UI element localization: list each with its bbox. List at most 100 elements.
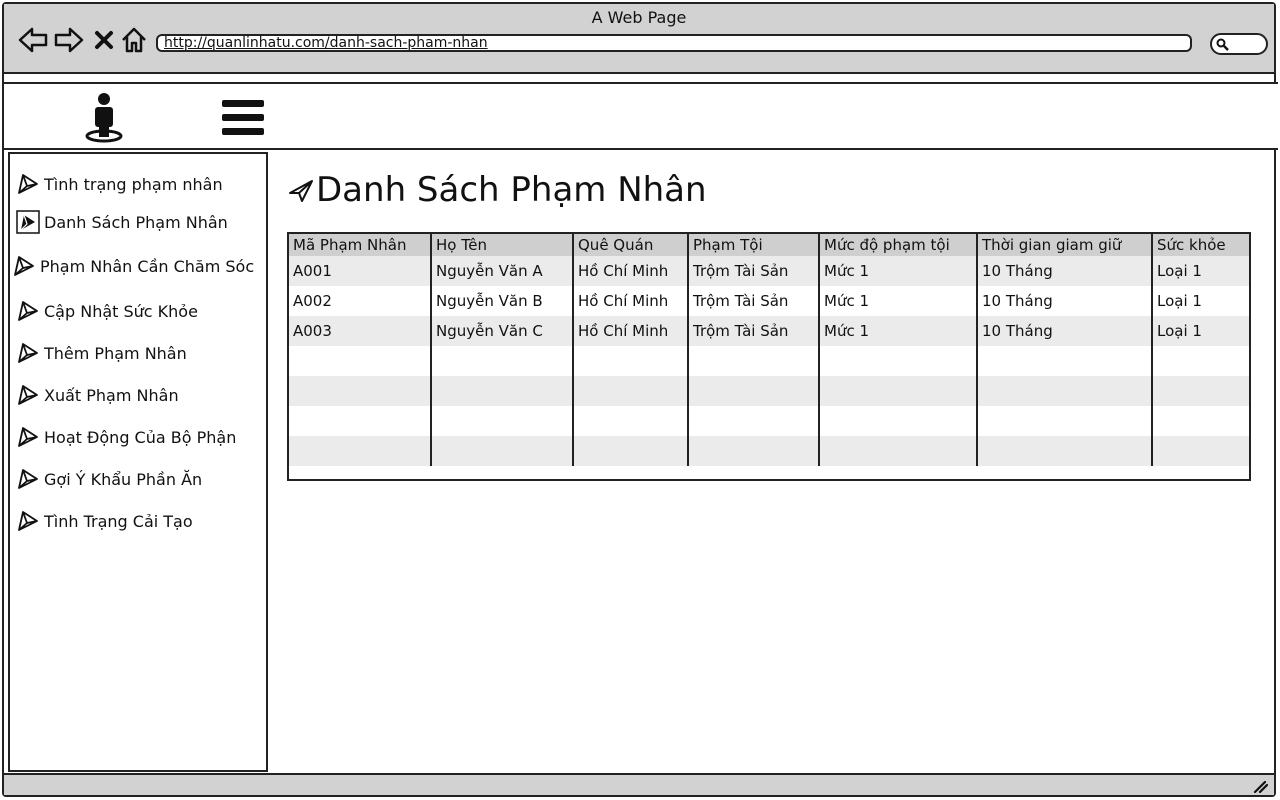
table-cell: 10 Tháng <box>977 316 1153 346</box>
page-title-text: Danh Sách Phạm Nhân <box>316 170 707 210</box>
table-cell: Loại 1 <box>1152 256 1249 286</box>
table-cell: Mức 1 <box>819 256 978 286</box>
arrow-left-icon[interactable] <box>18 26 48 54</box>
sidebar-item-goi-y-khau-phan-an[interactable]: Gợi Ý Khẩu Phần Ăn <box>16 465 202 493</box>
paper-plane-icon <box>14 256 34 276</box>
table-row[interactable]: A002 Nguyễn Văn B Hồ Chí Minh Trộm Tài S… <box>289 286 1249 316</box>
sidebar-item-label: Cập Nhật Sức Khỏe <box>44 301 198 321</box>
table-row[interactable]: A003 Nguyễn Văn C Hồ Chí Minh Trộm Tài S… <box>289 316 1249 346</box>
page-title: Danh Sách Phạm Nhân <box>288 168 707 212</box>
table-cell <box>289 346 432 376</box>
table-cell <box>431 406 574 436</box>
table-cell: Nguyễn Văn C <box>431 316 574 346</box>
table-cell <box>1152 376 1249 406</box>
status-bar <box>4 773 1274 795</box>
sidebar-item-cap-nhat-suc-khoe[interactable]: Cập Nhật Sức Khỏe <box>16 297 198 325</box>
table-cell: Mức 1 <box>819 316 978 346</box>
sidebar: Tình trạng phạm nhân Danh Sách Phạm Nhân… <box>8 152 268 772</box>
table-cell <box>573 436 689 466</box>
table-cell: Trộm Tài Sản <box>688 286 820 316</box>
table-cell <box>573 376 689 406</box>
table-cell <box>688 346 820 376</box>
resize-grip-icon[interactable] <box>1252 779 1268 793</box>
paper-plane-icon <box>18 427 38 447</box>
table-row[interactable]: A001 Nguyễn Văn A Hồ Chí Minh Trộm Tài S… <box>289 256 1249 286</box>
table-cell: Nguyễn Văn B <box>431 286 574 316</box>
arrow-right-icon[interactable] <box>54 26 84 54</box>
prisoner-table: Mã Phạm Nhân Họ Tên Quê Quán Phạm Tội Mứ… <box>287 232 1251 481</box>
column-header[interactable]: Mức độ phạm tội <box>819 234 978 256</box>
sidebar-item-label: Tình trạng phạm nhân <box>44 174 223 194</box>
table-row[interactable] <box>289 406 1249 436</box>
sidebar-item-them-pham-nhan[interactable]: Thêm Phạm Nhân <box>16 339 187 367</box>
table-cell <box>1152 346 1249 376</box>
table-cell: Mức 1 <box>819 286 978 316</box>
table-cell: 10 Tháng <box>977 256 1153 286</box>
column-header[interactable]: Họ Tên <box>431 234 574 256</box>
paper-plane-icon <box>18 174 38 194</box>
table-cell <box>688 436 820 466</box>
table-cell <box>688 376 820 406</box>
table-cell <box>977 406 1153 436</box>
column-header[interactable]: Sức khỏe <box>1152 234 1249 256</box>
table-cell <box>819 376 978 406</box>
table-cell <box>289 436 432 466</box>
sidebar-item-danh-sach-pham-nhan[interactable]: Danh Sách Phạm Nhân <box>16 208 228 236</box>
table-cell: Hồ Chí Minh <box>573 256 689 286</box>
table-cell <box>688 406 820 436</box>
sidebar-item-label: Tình Trạng Cải Tạo <box>44 511 193 531</box>
sidebar-item-pham-nhan-can-cham-soc[interactable]: Phạm Nhân Cần Chăm Sóc <box>12 252 254 280</box>
table-cell: Hồ Chí Minh <box>573 316 689 346</box>
url-bar[interactable]: http://quanlinhatu.com/danh-sach-pham-nh… <box>156 34 1192 52</box>
sidebar-item-label: Thêm Phạm Nhân <box>44 343 187 363</box>
table-cell: Trộm Tài Sản <box>688 256 820 286</box>
user-location-icon[interactable] <box>82 92 126 144</box>
browser-chrome: A Web Page http://quanlinhatu.com/danh-s… <box>4 4 1274 74</box>
search-icon <box>1216 38 1229 51</box>
table-cell <box>431 436 574 466</box>
sidebar-item-label: Gợi Ý Khẩu Phần Ăn <box>44 469 203 489</box>
table-cell <box>289 406 432 436</box>
sidebar-item-hoat-dong-cua-bo-phan[interactable]: Hoạt Động Của Bộ Phận <box>16 423 236 451</box>
column-header[interactable]: Thời gian giam giữ <box>977 234 1153 256</box>
paper-plane-icon <box>18 301 38 321</box>
paper-plane-icon <box>18 385 38 405</box>
sidebar-item-label: Phạm Nhân Cần Chăm Sóc <box>40 256 255 276</box>
table-row[interactable] <box>289 376 1249 406</box>
paper-plane-icon <box>18 343 38 363</box>
table-cell: 10 Tháng <box>977 286 1153 316</box>
table-cell: Nguyễn Văn A <box>431 256 574 286</box>
browser-window: A Web Page http://quanlinhatu.com/danh-s… <box>2 2 1278 797</box>
column-header[interactable]: Quê Quán <box>573 234 689 256</box>
table-cell: A003 <box>289 316 432 346</box>
table-cell: Loại 1 <box>1152 316 1249 346</box>
paper-plane-icon <box>18 511 38 531</box>
column-header[interactable]: Phạm Tội <box>688 234 820 256</box>
hamburger-menu-icon[interactable] <box>220 98 266 138</box>
table-cell: Trộm Tài Sản <box>688 316 820 346</box>
close-icon[interactable] <box>92 26 116 54</box>
table-cell <box>431 346 574 376</box>
table-cell: Hồ Chí Minh <box>573 286 689 316</box>
sidebar-item-label: Xuất Phạm Nhân <box>44 385 179 405</box>
sidebar-item-xuat-pham-nhan[interactable]: Xuất Phạm Nhân <box>16 381 179 409</box>
paper-plane-icon <box>289 180 313 202</box>
table-cell <box>819 406 978 436</box>
table-cell <box>977 436 1153 466</box>
table-header-row: Mã Phạm Nhân Họ Tên Quê Quán Phạm Tội Mứ… <box>289 234 1249 256</box>
table-cell <box>977 346 1153 376</box>
column-header[interactable]: Mã Phạm Nhân <box>289 234 432 256</box>
sidebar-item-tinh-trang-cai-tao[interactable]: Tình Trạng Cải Tạo <box>16 507 193 535</box>
table-cell <box>819 436 978 466</box>
sidebar-item-tinh-trang-pham-nhan[interactable]: Tình trạng phạm nhân <box>16 170 223 198</box>
window-title: A Web Page <box>591 8 687 27</box>
table-row[interactable] <box>289 436 1249 466</box>
home-icon[interactable] <box>120 26 148 54</box>
search-box[interactable] <box>1210 33 1268 55</box>
table-cell: A001 <box>289 256 432 286</box>
sidebar-item-label: Hoạt Động Của Bộ Phận <box>44 427 237 447</box>
table-cell <box>431 376 574 406</box>
table-cell <box>819 346 978 376</box>
sidebar-item-label: Danh Sách Phạm Nhân <box>44 212 228 232</box>
table-row[interactable] <box>289 346 1249 376</box>
